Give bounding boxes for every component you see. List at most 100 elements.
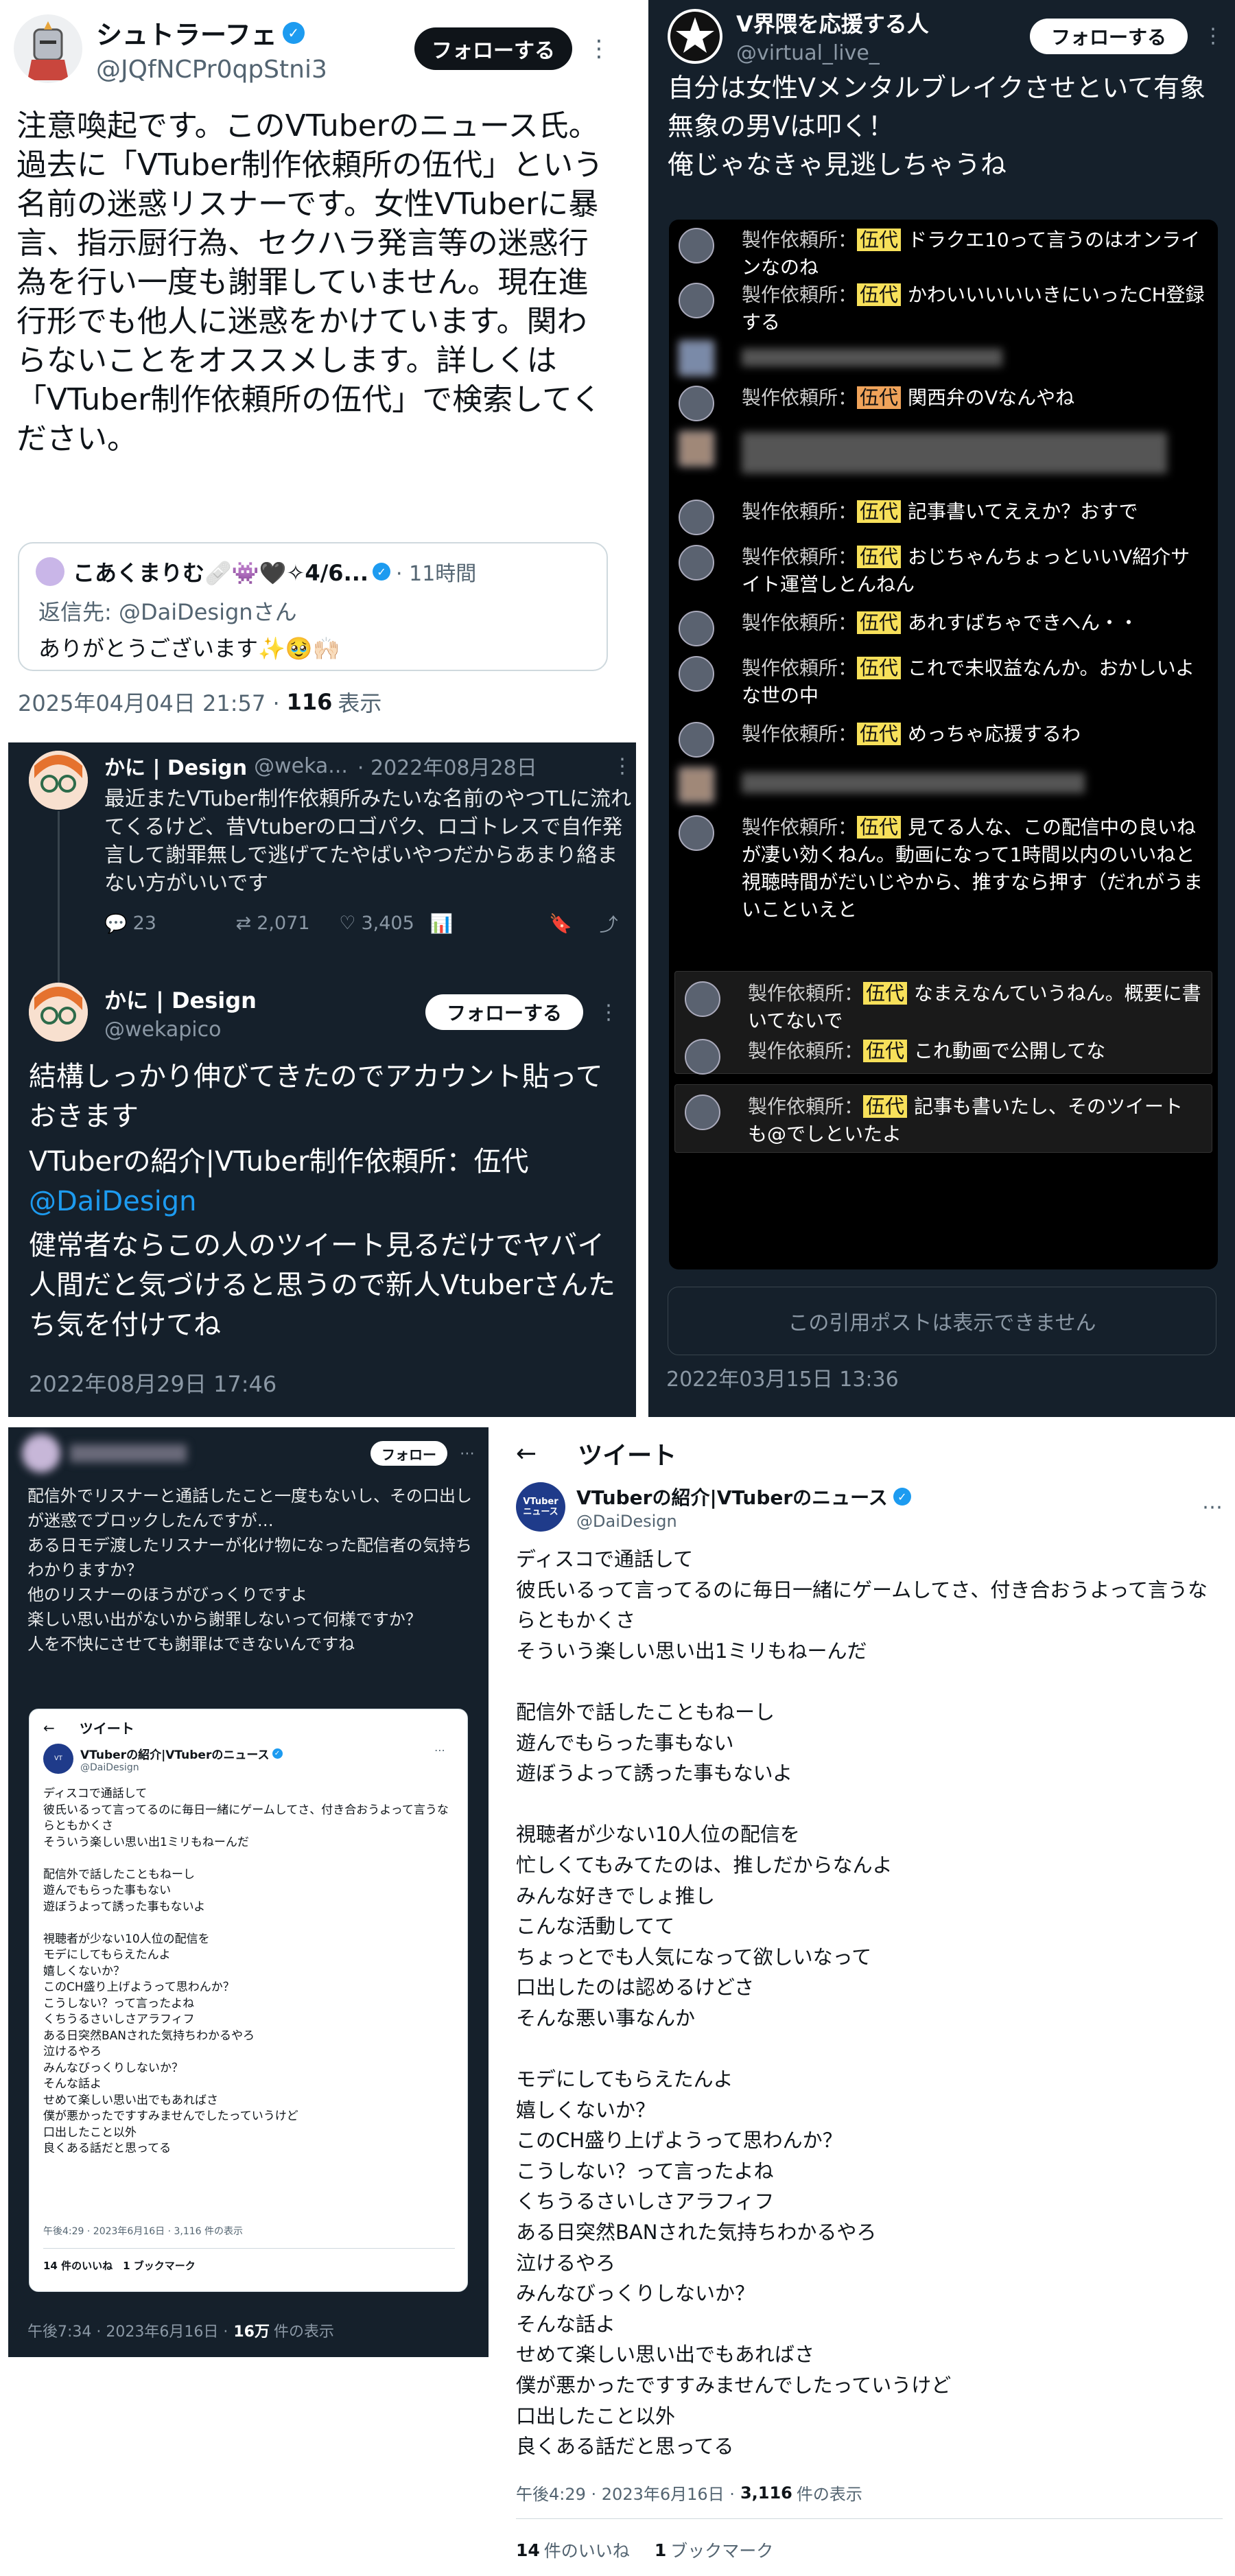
- tweet-panel-chatlog: V界隈を応援する人 @virtual_live_ フォローする ⋮ 自分は女性V…: [648, 0, 1235, 1417]
- tweet-date[interactable]: · 2022年08月28日: [357, 751, 537, 781]
- display-name[interactable]: V界隈を応援する人: [736, 7, 1030, 38]
- chat-text: これ動画で公開してな: [914, 1040, 1106, 1062]
- like-count: 3,405: [361, 913, 414, 934]
- timestamp[interactable]: 2025年04月04日 21:57 ·: [18, 686, 280, 718]
- chat-message: 製作依頼所： 伍代 なまえなんていうねん。概要に書いてないで: [675, 979, 1212, 1036]
- blurred-name: [70, 1444, 187, 1462]
- author-tag: 伍代: [857, 723, 902, 745]
- author-tag: 伍代: [857, 657, 902, 679]
- retweet-icon[interactable]: ⇄: [236, 913, 252, 934]
- more-options-icon[interactable]: ⋯: [460, 1445, 475, 1462]
- chat-message: 製作依頼所： 伍代 記事書いてええか？おすで: [669, 497, 1218, 542]
- quote-body: ありがとうございます✨🥹🙌🏻: [38, 635, 340, 661]
- avatar[interactable]: [668, 8, 722, 64]
- chat-author-prefix: 製作依頼所：: [742, 723, 858, 745]
- avatar: VT: [43, 1744, 73, 1774]
- chat-avatar: [685, 981, 720, 1017]
- bookmark-icon[interactable]: 🔖: [549, 913, 572, 935]
- follow-button[interactable]: フォロー: [370, 1441, 447, 1466]
- chat-avatar: [679, 386, 714, 421]
- follow-button[interactable]: フォローする: [425, 994, 583, 1030]
- inner-likes: 14 件のいいね 1 ブックマーク: [43, 2260, 196, 2272]
- quote-display-name: こあくまりむ🩹👾🖤✧4/6...: [73, 560, 369, 586]
- page-title: ツイート: [578, 1442, 677, 1470]
- chat-screenshot: 製作依頼所： 伍代 ドラクエ10って言うのはオンラインなのね 製作依頼所： 伍代 かわい…: [669, 220, 1218, 1269]
- analytics-icon[interactable]: 📊: [430, 913, 453, 935]
- chat-avatar: [679, 283, 714, 318]
- handle[interactable]: @weka...: [254, 754, 348, 778]
- chat-avatar: [679, 722, 714, 758]
- timestamp[interactable]: 2022年03月15日 13:36: [666, 1362, 899, 1392]
- more-options-icon[interactable]: ⋮: [1203, 24, 1223, 48]
- chat-avatar: [685, 1039, 720, 1075]
- view-count: 16万: [233, 2323, 270, 2341]
- bookmark-count[interactable]: 1: [655, 2540, 666, 2560]
- handle[interactable]: @DaiDesign: [576, 1512, 1202, 1531]
- tweet-panel-news: ← ツイート VTuber ニュース VTuberの紹介|VTuberのニュース…: [502, 1427, 1235, 2576]
- timestamp[interactable]: 午後7:34 · 2023年6月16日 ·: [27, 2319, 228, 2341]
- more-options-icon[interactable]: ⋯: [1202, 1495, 1223, 1519]
- chat-author-prefix: 製作依頼所：: [742, 611, 858, 634]
- quote-time: · 11時間: [396, 562, 477, 586]
- like-label[interactable]: 件のいいね: [544, 2538, 630, 2562]
- handle[interactable]: @wekapico: [104, 1018, 425, 1042]
- avatar[interactable]: [29, 751, 88, 810]
- blurred-message: [669, 764, 1218, 812]
- inner-time: 午後4:29 · 2023年6月16日 · 3,116 件の表示: [43, 2226, 244, 2237]
- chat-message: 製作依頼所： 伍代 おじちゃんちょっといいV紹介サイト運営しとんねん: [669, 542, 1218, 608]
- handle[interactable]: @virtual_live_: [736, 41, 1030, 65]
- view-label: 件の表示: [273, 2323, 334, 2341]
- back-arrow-icon[interactable]: ←: [516, 1440, 537, 1468]
- tweet-body: ディスコで通話して 彼氏いるって言ってるのに毎日一緒にゲームしてさ、付き合おうよ…: [516, 1547, 1208, 2459]
- display-name[interactable]: かに | Design: [104, 751, 247, 781]
- view-count: 116: [286, 689, 333, 715]
- mention-link[interactable]: @DaiDesign: [29, 1182, 619, 1221]
- display-name[interactable]: VTuberの紹介|VTuberのニュース: [576, 1483, 888, 1510]
- display-name[interactable]: シュトラーフェ: [96, 14, 277, 51]
- chat-message: 製作依頼所： 伍代 あれすばちゃできへん・・: [669, 608, 1218, 653]
- view-label: 表示: [338, 690, 382, 716]
- handle[interactable]: @JQfNCPr0qpStni3: [96, 56, 414, 84]
- avatar[interactable]: VTuber ニュース: [516, 1482, 565, 1532]
- author-tag: 伍代: [857, 611, 902, 634]
- tweet-panel-reply: フォロー ⋯ 配信外でリスナーと通話したこと一度もないし、その口出しが迷惑でブロ…: [8, 1427, 489, 2357]
- tweet-panel-warning: シュトラーフェ ✓ @JQfNCPr0qpStni3 フォローする ⋮ 注意喚起…: [0, 0, 635, 731]
- chat-text: 関西弁のVなんやね: [908, 386, 1075, 409]
- more-options-icon[interactable]: ⋮: [612, 754, 633, 778]
- more-options-icon[interactable]: ⋮: [587, 35, 611, 62]
- share-icon[interactable]: ⤴: [600, 910, 618, 937]
- more-options-icon[interactable]: ⋮: [598, 1000, 619, 1024]
- follow-button[interactable]: フォローする: [414, 27, 572, 70]
- timestamp[interactable]: 午後4:29 · 2023年6月16日 ·: [516, 2481, 735, 2505]
- author-tag: 伍代: [863, 982, 908, 1005]
- chat-author-prefix: 製作依頼所：: [742, 657, 858, 679]
- follow-button[interactable]: フォローする: [1030, 18, 1188, 54]
- timestamp[interactable]: 2022年08月29日 17:46: [29, 1367, 277, 1398]
- inner-divider: [43, 2248, 455, 2249]
- reply-icon[interactable]: 💬: [104, 913, 128, 935]
- verified-badge-icon: ✓: [893, 1488, 911, 1506]
- chat-message: 製作依頼所： 伍代 かわいいいいいきにいったCH登録する: [669, 280, 1218, 338]
- chat-message: 製作依頼所： 伍代 記事も書いたし、そのツイートも@でしといたよ: [675, 1092, 1212, 1149]
- tweet-body: 自分は女性Vメンタルブレイクさせといて有象無象の男Vは叩く！ 俺じゃなきゃ見逃し…: [668, 73, 1206, 180]
- like-count[interactable]: 14: [516, 2540, 540, 2560]
- chat-author-prefix: 製作依頼所：: [742, 386, 858, 409]
- chat-group: 製作依頼所： 伍代 記事も書いたし、そのツイートも@でしといたよ: [674, 1084, 1212, 1153]
- retweet-count: 2,071: [257, 913, 310, 934]
- quoted-tweet[interactable]: こあくまりむ🩹👾🖤✧4/6... ✓ · 11時間 返信先: @DaiDesig…: [18, 542, 608, 671]
- like-icon[interactable]: ♡: [339, 913, 355, 934]
- inner-handle: @DaiDesign: [80, 1761, 139, 1773]
- unavailable-quote-text: この引用ポストは表示できません: [788, 1311, 1096, 1335]
- avatar[interactable]: [22, 1434, 60, 1473]
- tweet-panel-design: かに | Design @weka... · 2022年08月28日 ⋮ 最近ま…: [8, 742, 636, 1417]
- chat-author-prefix: 製作依頼所：: [748, 1040, 864, 1062]
- chat-message: 製作依頼所： 伍代 これで未収益なんか。おかしいよな世の中: [669, 653, 1218, 719]
- chat-message: 製作依頼所： 伍代 見てる人な、この配信中の良いねが凄い効くねん。動画になって1時間…: [669, 812, 1218, 929]
- display-name[interactable]: かに | Design: [104, 983, 425, 1015]
- verified-badge-icon: ✓: [272, 1748, 283, 1759]
- chat-avatar: [679, 500, 714, 535]
- avatar[interactable]: [29, 983, 88, 1042]
- chat-avatar: [685, 1094, 720, 1130]
- avatar[interactable]: [14, 14, 82, 83]
- bookmark-label[interactable]: ブックマーク: [670, 2538, 773, 2562]
